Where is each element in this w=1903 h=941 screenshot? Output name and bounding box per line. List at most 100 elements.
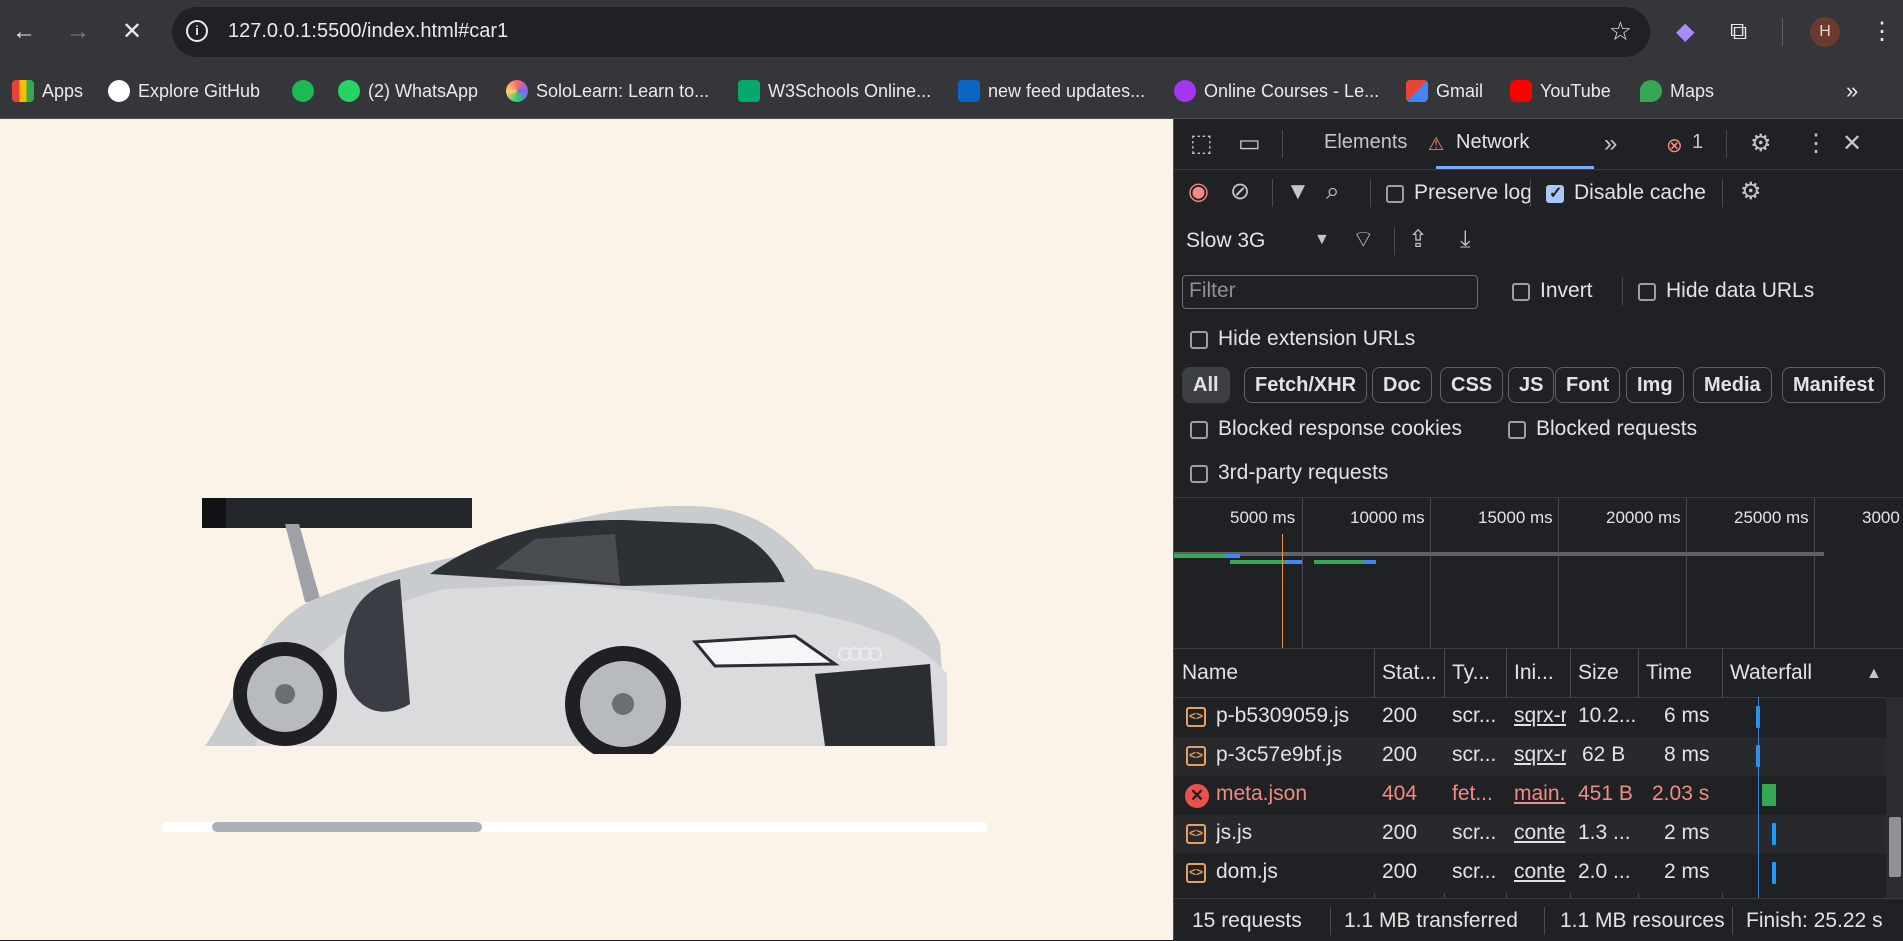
stop-loading-icon[interactable]: ✕ xyxy=(114,14,150,50)
import-har-upload-icon[interactable]: ⇪ xyxy=(1408,225,1428,255)
tab-elements[interactable]: Elements xyxy=(1324,131,1407,154)
extension-flame-icon[interactable]: ◆ xyxy=(1676,14,1694,50)
bookmark-youtube[interactable]: YouTube xyxy=(1510,78,1611,104)
error-count[interactable]: 1 xyxy=(1692,131,1703,154)
third-party-requests-checkbox[interactable] xyxy=(1190,465,1208,483)
network-conditions-wifi-icon[interactable]: ⌔ xyxy=(1352,225,1375,255)
throttling-dropdown-arrow-icon[interactable]: ▼ xyxy=(1314,225,1330,255)
profile-avatar[interactable]: H xyxy=(1810,17,1840,47)
hide-extension-urls-checkbox[interactable] xyxy=(1190,331,1208,349)
column-name[interactable]: Name xyxy=(1182,661,1238,685)
filter-chip-manifest[interactable]: Manifest xyxy=(1782,367,1886,403)
row-initiator-link[interactable]: sqrx-r xyxy=(1514,743,1566,767)
export-har-download-icon[interactable]: ⤓ xyxy=(1460,225,1471,255)
filter-chip-img[interactable]: Img xyxy=(1626,367,1684,403)
maps-icon xyxy=(1640,80,1662,102)
column-type[interactable]: Ty... xyxy=(1452,661,1496,685)
bookmark-apps[interactable]: Apps xyxy=(12,78,83,104)
back-arrow-icon[interactable]: ← xyxy=(6,14,42,50)
waterfall-bar xyxy=(1762,784,1776,806)
table-row[interactable]: <> js.js 200 scr... conte 1.3 ... 2 ms xyxy=(1174,815,1886,854)
invert-checkbox[interactable] xyxy=(1512,283,1530,301)
table-row-error[interactable]: ✕ meta.json 404 fet... main. 451 B 2.03 … xyxy=(1174,776,1886,815)
blocked-requests-checkbox[interactable] xyxy=(1508,421,1526,439)
throttling-select[interactable]: Slow 3G xyxy=(1186,229,1265,253)
more-tabs-chevron-icon[interactable]: » xyxy=(1604,129,1617,159)
more-bookmarks-chevron-icon[interactable]: » xyxy=(1846,78,1858,104)
bookmark-maps[interactable]: Maps xyxy=(1640,78,1714,104)
device-toolbar-icon[interactable]: ▭ xyxy=(1238,129,1261,159)
row-type: fet... xyxy=(1452,782,1493,805)
bookmark-spotify[interactable] xyxy=(292,78,314,104)
timeline-request-bar xyxy=(1174,554,1226,558)
column-waterfall[interactable]: Waterfall xyxy=(1730,661,1812,685)
script-file-icon: <> xyxy=(1186,746,1206,766)
filter-chip-all[interactable]: All xyxy=(1182,367,1230,403)
settings-gear-icon[interactable]: ⚙ xyxy=(1750,129,1772,159)
row-initiator-link[interactable]: sqrx-r xyxy=(1514,704,1566,728)
timeline-gridline xyxy=(1430,498,1431,648)
network-settings-gear-icon[interactable]: ⚙ xyxy=(1740,177,1762,207)
clear-log-icon[interactable]: ⊘ xyxy=(1230,177,1250,207)
timeline-tick: 5000 ms xyxy=(1230,508,1296,527)
blocked-response-cookies-checkbox[interactable] xyxy=(1190,421,1208,439)
row-size: 451 B xyxy=(1578,782,1633,805)
bookmark-github[interactable]: Explore GitHub xyxy=(108,78,260,104)
table-row[interactable]: <> dom.js 200 scr... conte 2.0 ... 2 ms xyxy=(1174,854,1886,893)
bookmark-gmail[interactable]: Gmail xyxy=(1406,78,1483,104)
w3schools-icon xyxy=(738,80,760,102)
filter-chip-js[interactable]: JS xyxy=(1508,367,1555,403)
filter-chip-css[interactable]: CSS xyxy=(1440,367,1504,403)
timeline-gridline xyxy=(1814,498,1815,648)
requests-scrollbar-thumb[interactable] xyxy=(1889,817,1901,877)
row-initiator-link[interactable]: conte xyxy=(1514,860,1566,884)
hide-data-urls-checkbox[interactable] xyxy=(1638,283,1656,301)
network-timeline-overview[interactable]: 5000 ms 10000 ms 15000 ms 20000 ms 25000… xyxy=(1174,497,1903,649)
bookmark-whatsapp[interactable]: (2) WhatsApp xyxy=(338,78,478,104)
filter-chip-media[interactable]: Media xyxy=(1693,367,1772,403)
browser-menu-icon[interactable]: ⋮ xyxy=(1870,14,1894,50)
toolbar-divider xyxy=(1272,179,1273,207)
forward-arrow-icon[interactable]: → xyxy=(60,14,96,50)
disable-cache-checkbox[interactable] xyxy=(1546,183,1564,203)
filter-input[interactable]: Filter xyxy=(1182,275,1478,309)
filter-chip-doc[interactable]: Doc xyxy=(1372,367,1432,403)
tab-network[interactable]: Network xyxy=(1456,131,1529,154)
column-time[interactable]: Time xyxy=(1646,661,1692,685)
bookmark-w3schools[interactable]: W3Schools Online... xyxy=(738,78,931,104)
sort-ascending-icon[interactable]: ▲ xyxy=(1866,659,1882,689)
column-initiator[interactable]: Ini... xyxy=(1514,661,1562,685)
record-stop-icon[interactable]: ◉ xyxy=(1188,177,1209,207)
car-grille xyxy=(815,664,935,746)
url-text[interactable]: 127.0.0.1:5500/index.html#car1 xyxy=(228,20,508,43)
devtools-menu-icon[interactable]: ⋮ xyxy=(1804,129,1828,159)
timeline-gridline xyxy=(1558,498,1559,648)
table-row[interactable]: <> p-3c57e9bf.js 200 scr... sqrx-r 62 B … xyxy=(1174,737,1886,776)
search-icon[interactable]: ⌕ xyxy=(1326,177,1339,207)
filter-chip-font[interactable]: Font xyxy=(1555,367,1621,403)
whatsapp-icon xyxy=(338,80,360,102)
requests-vertical-scrollbar[interactable] xyxy=(1886,697,1903,898)
row-size: 62 B xyxy=(1582,743,1626,766)
row-initiator-link[interactable]: main. xyxy=(1514,782,1566,806)
filter-funnel-icon[interactable]: ▼ xyxy=(1286,177,1310,207)
extensions-puzzle-icon[interactable]: ⧉ xyxy=(1730,14,1747,50)
table-row[interactable]: <> p-b5309059.js 200 scr... sqrx-r 10.2.… xyxy=(1174,698,1886,737)
carousel-scrollbar-thumb[interactable] xyxy=(212,822,482,832)
error-count-icon[interactable]: ⊗ xyxy=(1666,131,1683,161)
filter-chip-fetch-xhr[interactable]: Fetch/XHR xyxy=(1244,367,1368,403)
site-info-icon[interactable]: i xyxy=(186,20,208,42)
row-initiator-link[interactable]: conte xyxy=(1514,821,1566,845)
sololearn-icon xyxy=(506,80,528,102)
column-status[interactable]: Stat... xyxy=(1382,661,1436,685)
preserve-log-checkbox[interactable] xyxy=(1386,185,1404,203)
bookmark-star-icon[interactable]: ☆ xyxy=(1609,16,1632,47)
inspect-element-icon[interactable]: ⬚ xyxy=(1190,129,1213,159)
bookmark-udemy[interactable]: Online Courses - Le... xyxy=(1174,78,1379,104)
column-size[interactable]: Size xyxy=(1578,661,1619,685)
bookmark-linkedin[interactable]: new feed updates... xyxy=(958,78,1145,104)
address-bar[interactable]: i 127.0.0.1:5500/index.html#car1 ☆ xyxy=(172,7,1650,57)
bookmark-sololearn[interactable]: SoloLearn: Learn to... xyxy=(506,78,709,104)
carousel-scrollbar-track[interactable] xyxy=(162,822,988,832)
close-devtools-icon[interactable]: ✕ xyxy=(1842,129,1862,159)
